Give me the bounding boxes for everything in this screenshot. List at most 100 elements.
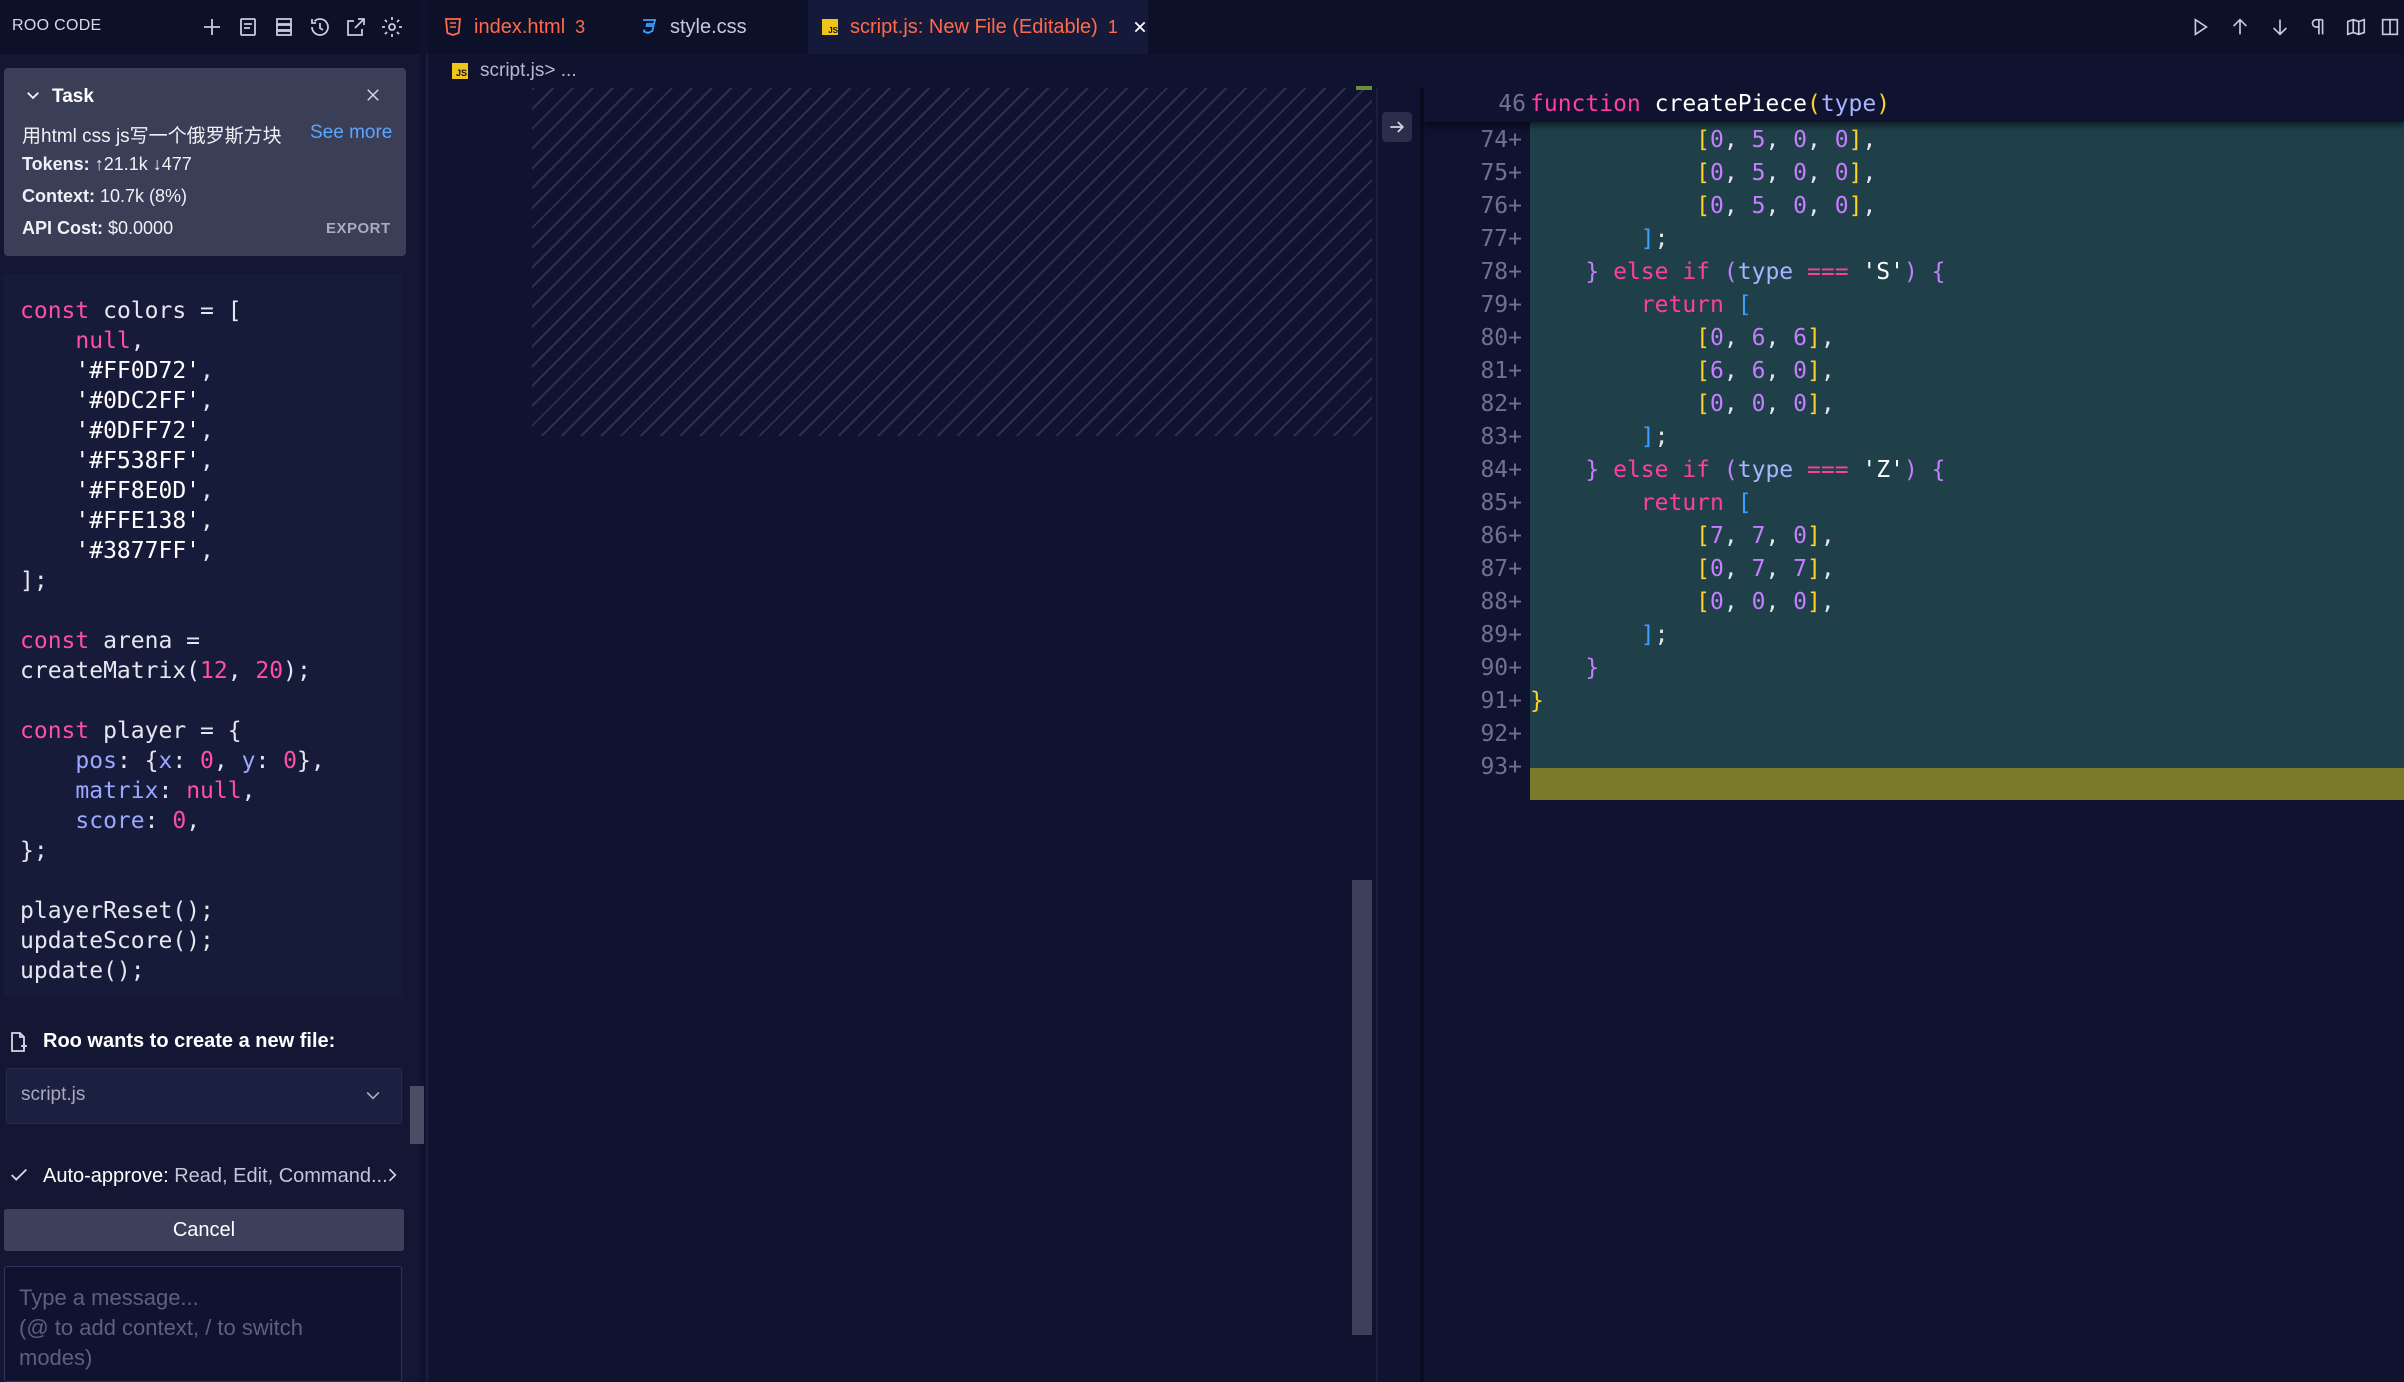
play-icon[interactable]	[2186, 13, 2214, 41]
code-token: return	[1640, 490, 1724, 516]
code-token: [	[1696, 589, 1711, 615]
close-icon[interactable]	[364, 86, 382, 109]
see-more-link[interactable]: See more	[310, 122, 392, 144]
code-token: ,	[213, 748, 242, 774]
sticky-scroll-header[interactable]: 46 function createPiece(type)	[1424, 86, 2404, 122]
code-token: ]	[1848, 127, 1863, 153]
code-token: [	[1737, 292, 1752, 318]
close-icon[interactable]	[1132, 19, 1148, 35]
code-line: [0, 0, 0],	[1530, 388, 1835, 421]
code-token: ,	[1765, 160, 1794, 186]
cancel-button[interactable]: Cancel	[4, 1209, 404, 1251]
code-line: } else if (type === 'Z') {	[1530, 454, 1946, 487]
code-token: ,	[1765, 193, 1794, 219]
tokens-down: 477	[161, 154, 192, 174]
code-token: else if	[1599, 457, 1711, 483]
breadcrumb-rest[interactable]: > ...	[544, 60, 576, 82]
code-token: ,	[200, 448, 214, 474]
line-number: 76+	[1480, 193, 1522, 219]
code-token: ,	[1765, 556, 1794, 582]
code-token: colors = [	[89, 298, 242, 324]
roo-title: ROO CODE	[12, 17, 102, 34]
chevron-right-icon[interactable]	[382, 1164, 402, 1191]
code-token: ,	[1820, 358, 1835, 384]
file-select[interactable]: script.js	[6, 1068, 402, 1124]
code-token: ,	[1765, 589, 1794, 615]
code-token: ,	[1723, 358, 1752, 384]
plus-icon[interactable]	[198, 13, 226, 41]
code-token: ,	[1723, 556, 1752, 582]
popout-icon[interactable]	[342, 13, 370, 41]
line-number: 78+	[1480, 259, 1522, 285]
export-button[interactable]: EXPORT	[326, 220, 391, 237]
tab-index-html[interactable]: index.html 3	[444, 0, 594, 54]
code-token: 0	[1710, 127, 1724, 153]
split-editor-icon[interactable]	[2376, 13, 2404, 41]
arrow-right-icon[interactable]	[1382, 112, 1412, 142]
code-line: const colors = [	[20, 296, 325, 326]
code-token: score	[75, 808, 145, 834]
gear-icon[interactable]	[378, 13, 406, 41]
pilcrow-icon[interactable]	[2304, 13, 2332, 41]
code-token: ,	[1723, 589, 1752, 615]
code-token: null	[186, 778, 242, 804]
code-token: {	[1931, 457, 1946, 483]
code-token: [	[1737, 490, 1752, 516]
map-icon[interactable]	[2342, 13, 2370, 41]
code-token: 7	[1751, 556, 1766, 582]
breadcrumb-file[interactable]: script.js	[480, 60, 544, 82]
arrow-up-icon[interactable]	[2226, 13, 2254, 41]
code-line: [7, 7, 0],	[1530, 520, 1835, 553]
code-token: ,	[200, 538, 214, 564]
tab-style-css[interactable]: style.css	[640, 0, 790, 54]
chevron-down-icon[interactable]	[24, 86, 42, 109]
notes-icon[interactable]	[234, 13, 262, 41]
arrow-up-icon: ↑	[94, 154, 104, 174]
code-line: }	[1530, 652, 1599, 685]
history-icon[interactable]	[306, 13, 334, 41]
code-token: type	[1820, 91, 1877, 117]
code-token: '#FF0D72'	[75, 358, 201, 384]
code-token: [	[1696, 358, 1711, 384]
code-token: 6	[1793, 325, 1808, 351]
code-token: [	[1696, 523, 1711, 549]
code-token: arena =	[89, 628, 201, 654]
line-number: 74+	[1480, 127, 1522, 153]
code-token: 6	[1751, 358, 1766, 384]
code-token: ]	[1807, 556, 1821, 582]
code-token: 0	[1834, 193, 1849, 219]
code-token: function	[1530, 91, 1641, 117]
editor-scrollbar[interactable]	[1352, 880, 1372, 1335]
message-input[interactable]: Type a message... (@ to add context, / t…	[4, 1266, 402, 1382]
code-token: update();	[20, 958, 145, 984]
code-line: ];	[1530, 619, 1669, 652]
code-token: matrix	[75, 778, 159, 804]
tab-script-js[interactable]: JS script.js: New File (Editable) 1	[808, 0, 1148, 54]
database-icon[interactable]	[270, 13, 298, 41]
code-line: matrix: null,	[20, 776, 325, 806]
arrow-down-icon: ↓	[152, 154, 162, 174]
code-token: ]	[1848, 193, 1863, 219]
arrow-down-icon[interactable]	[2266, 13, 2294, 41]
breadcrumb[interactable]: JS script.js > ...	[452, 56, 577, 86]
code-line: ];	[1530, 421, 1669, 454]
code-token: 0	[1793, 391, 1808, 417]
code-token: ]	[1807, 523, 1821, 549]
code-token: pos	[75, 748, 117, 774]
code-token: const	[20, 298, 90, 324]
code-token: ;	[1654, 622, 1669, 648]
code-token: {	[1931, 259, 1946, 285]
code-token: playerReset();	[20, 898, 214, 924]
line-number: 93+	[1480, 754, 1522, 780]
panel-divider[interactable]	[426, 54, 428, 1382]
auto-approve-row[interactable]: Auto-approve: Read, Edit, Command...	[43, 1165, 388, 1188]
chat-scrollbar[interactable]	[410, 1086, 424, 1144]
code-line: [0, 6, 6],	[1530, 322, 1835, 355]
check-icon[interactable]	[8, 1164, 30, 1191]
